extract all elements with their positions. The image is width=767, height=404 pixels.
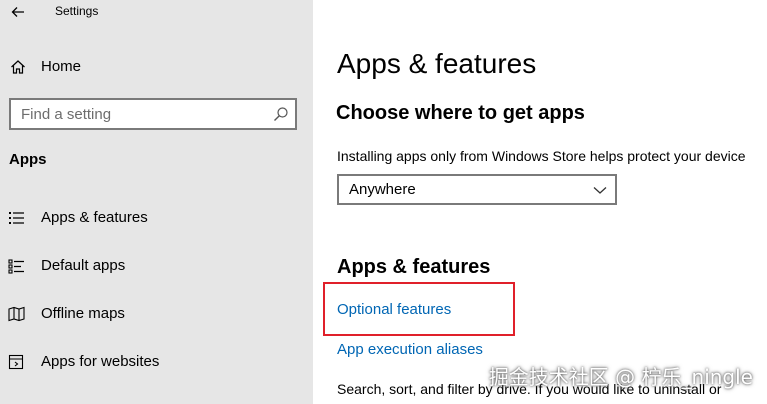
sidebar-item-label: Offline maps — [41, 305, 125, 322]
sidebar-item-default-apps[interactable]: Default apps — [0, 246, 313, 286]
sidebar: Settings Home Apps Apps & features — [0, 0, 313, 404]
search-box — [9, 98, 297, 130]
web-apps-icon — [8, 354, 24, 370]
sidebar-item-apps-features[interactable]: Apps & features — [0, 198, 313, 238]
back-button[interactable] — [6, 0, 30, 24]
search-input[interactable] — [11, 100, 261, 128]
apps-features-heading: Apps & features — [337, 256, 491, 278]
title-bar: Settings — [0, 0, 313, 26]
default-apps-icon — [8, 259, 24, 274]
list-icon — [9, 212, 24, 224]
optional-features-link[interactable]: Optional features — [337, 301, 451, 318]
sidebar-item-home[interactable]: Home — [0, 50, 313, 84]
dropdown-value: Anywhere — [349, 181, 416, 198]
sidebar-item-label: Default apps — [41, 257, 126, 274]
home-icon — [11, 60, 25, 74]
app-execution-aliases-link[interactable]: App execution aliases — [337, 341, 483, 358]
search-icon[interactable] — [273, 106, 289, 122]
sidebar-item-offline-maps[interactable]: Offline maps — [0, 294, 313, 334]
chevron-down-icon — [593, 187, 607, 194]
back-arrow-icon — [11, 7, 24, 17]
watermark: 掘金技术社区 @ 柠乐_ningle — [488, 365, 753, 389]
map-icon — [8, 306, 25, 322]
app-source-dropdown[interactable]: Anywhere — [337, 174, 617, 205]
sidebar-item-apps-for-websites[interactable]: Apps for websites — [0, 342, 313, 382]
window-title: Settings — [55, 4, 99, 18]
main-content: Apps & features Choose where to get apps… — [313, 0, 767, 404]
choose-apps-heading: Choose where to get apps — [336, 102, 585, 124]
sidebar-item-label: Apps & features — [41, 209, 148, 226]
sidebar-item-label: Apps for websites — [41, 353, 160, 370]
home-label: Home — [41, 58, 82, 75]
settings-window: Settings Home Apps Apps & features — [0, 0, 767, 404]
section-label-apps: Apps — [9, 151, 47, 168]
choose-apps-description: Installing apps only from Windows Store … — [337, 148, 746, 164]
page-title: Apps & features — [337, 48, 537, 79]
